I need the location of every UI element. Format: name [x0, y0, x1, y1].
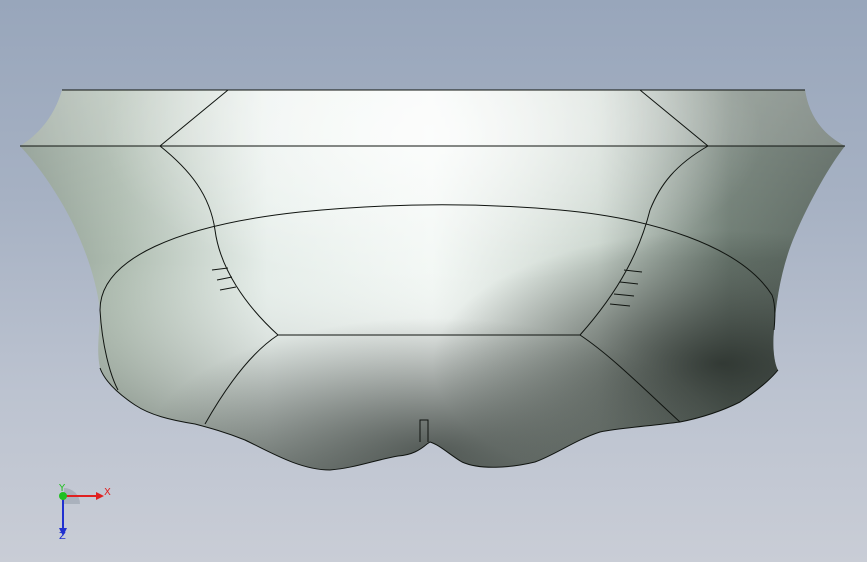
3d-model[interactable] — [0, 0, 867, 562]
x-axis-label: X — [104, 487, 111, 498]
x-axis-arrowhead — [96, 492, 104, 500]
y-axis-label: Y — [59, 483, 66, 494]
graphics-viewport[interactable]: X Y Z — [0, 0, 867, 562]
top-face — [20, 90, 845, 146]
z-axis-label: Z — [59, 531, 66, 542]
orientation-triad: X Y Z — [44, 478, 116, 546]
